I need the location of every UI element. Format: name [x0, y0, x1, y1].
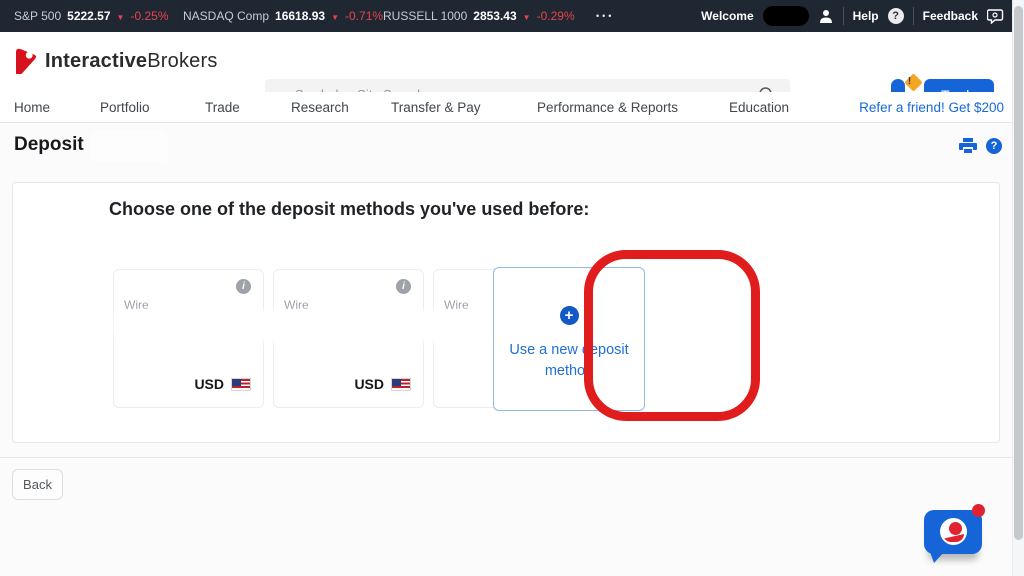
- us-flag-icon: [391, 378, 411, 391]
- ibkr-logo-icon: [13, 46, 38, 76]
- down-triangle-icon: ▼: [331, 13, 339, 22]
- currency-row: USD: [194, 376, 251, 392]
- page-help-icon[interactable]: ?: [986, 138, 1002, 154]
- welcome-label: Welcome: [701, 9, 753, 23]
- divider: [913, 7, 914, 25]
- index-label: RUSSELL 1000: [383, 9, 467, 23]
- red-highlight-annotation: [584, 250, 760, 421]
- scrollbar-thumb[interactable]: [1014, 6, 1023, 540]
- nav-item-research[interactable]: Research: [291, 92, 349, 122]
- chat-widget-button[interactable]: [924, 504, 988, 562]
- info-icon[interactable]: i: [396, 279, 411, 294]
- down-triangle-icon: ▼: [523, 13, 531, 22]
- divider: [843, 7, 844, 25]
- market-ticker-bar: S&P 500 5222.57 ▼ -0.25% NASDAQ Comp 166…: [0, 0, 1024, 32]
- method-type: Wire: [284, 298, 309, 312]
- brand-bold: Interactive: [45, 50, 147, 72]
- index-russell: RUSSELL 1000 2853.43 ▼ -0.29%: [383, 0, 575, 32]
- card-heading: Choose one of the deposit methods you've…: [109, 199, 589, 220]
- nav-item-transfer-pay[interactable]: Transfer & Pay: [391, 92, 481, 122]
- help-icon[interactable]: ?: [888, 8, 904, 24]
- method-type: Wire: [444, 298, 469, 312]
- page-title-actions: ?: [959, 138, 1002, 154]
- deposit-methods-card: Choose one of the deposit methods you've…: [12, 182, 1000, 443]
- divider: [0, 457, 1012, 458]
- nav-item-portfolio[interactable]: Portfolio: [100, 92, 150, 122]
- alert-badge-glyph: !: [903, 75, 916, 88]
- page-scrollbar[interactable]: [1012, 0, 1024, 576]
- ibkr-logo[interactable]: InteractiveBrokers: [13, 46, 218, 76]
- info-icon[interactable]: i: [236, 279, 251, 294]
- back-button[interactable]: Back: [12, 469, 63, 500]
- nav-item-home[interactable]: Home: [14, 92, 50, 122]
- currency-row: USD: [354, 376, 411, 392]
- us-flag-icon: [231, 378, 251, 391]
- user-icon[interactable]: [818, 8, 834, 24]
- deposit-method-tile-1[interactable]: Wire i USD: [113, 269, 264, 408]
- index-change: -0.25%: [130, 9, 168, 23]
- topbar-user-area: Welcome Help ? Feedback: [701, 0, 1004, 32]
- print-icon[interactable]: [959, 138, 977, 154]
- redacted-username: [763, 6, 809, 26]
- index-nasdaq: NASDAQ Comp 16618.93 ▼ -0.71%: [183, 0, 383, 32]
- nav-item-education[interactable]: Education: [729, 92, 789, 122]
- index-label: S&P 500: [14, 9, 61, 23]
- feedback-bubble-icon[interactable]: [987, 8, 1004, 24]
- help-link[interactable]: Help: [853, 9, 879, 23]
- redacted-bank-names: [118, 316, 538, 337]
- chat-bubble-icon: [924, 510, 982, 554]
- brand-name: InteractiveBrokers: [45, 50, 218, 73]
- index-sp500: S&P 500 5222.57 ▼ -0.25%: [14, 0, 169, 32]
- index-change: -0.71%: [345, 9, 383, 23]
- nav-item-performance-reports[interactable]: Performance & Reports: [537, 92, 678, 122]
- index-label: NASDAQ Comp: [183, 9, 269, 23]
- plus-icon: +: [560, 306, 579, 325]
- more-indices-button[interactable]: •••: [596, 0, 614, 32]
- chat-notification-dot: [972, 504, 985, 517]
- currency-code: USD: [194, 376, 224, 392]
- index-value: 2853.43: [473, 9, 516, 23]
- ibkr-deposit-page: S&P 500 5222.57 ▼ -0.25% NASDAQ Comp 166…: [0, 0, 1024, 576]
- app-header: InteractiveBrokers ! Trade: [0, 32, 1024, 92]
- feedback-link[interactable]: Feedback: [923, 9, 978, 23]
- page-title: Deposit: [14, 134, 84, 156]
- primary-nav: Home Portfolio Trade Research Transfer &…: [0, 92, 1024, 123]
- index-value: 5222.57: [67, 9, 110, 23]
- nav-item-trade[interactable]: Trade: [205, 92, 240, 122]
- redacted-account-selector: [90, 130, 168, 162]
- index-value: 16618.93: [275, 9, 325, 23]
- brand-regular: Brokers: [147, 50, 217, 72]
- method-type: Wire: [124, 298, 149, 312]
- refer-a-friend-link[interactable]: Refer a friend! Get $200: [859, 92, 1004, 122]
- currency-code: USD: [354, 376, 384, 392]
- ibkr-mascot-icon: [940, 518, 967, 545]
- deposit-method-tile-2[interactable]: Wire i USD: [273, 269, 424, 408]
- down-triangle-icon: ▼: [117, 13, 125, 22]
- index-change: -0.29%: [537, 9, 575, 23]
